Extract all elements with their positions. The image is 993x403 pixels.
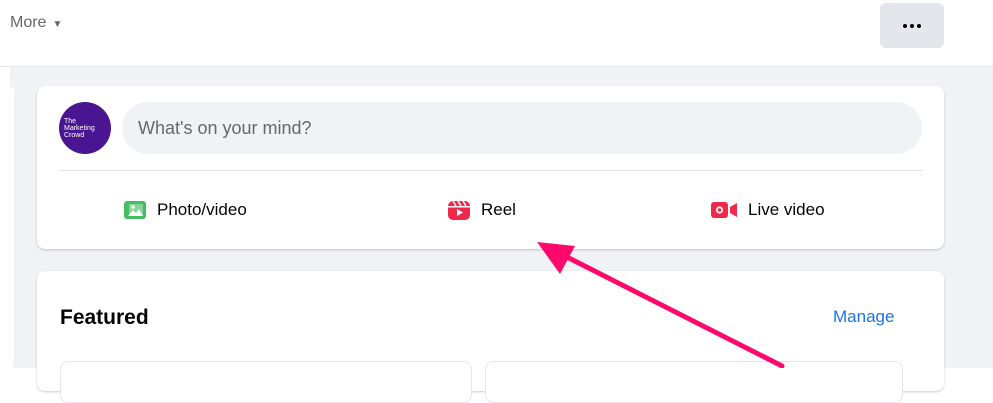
live-video-label: Live video — [748, 200, 825, 219]
reel-icon — [448, 200, 470, 220]
more-horizontal-icon-dot — [910, 23, 914, 28]
more-options-button[interactable] — [880, 3, 944, 48]
photo-video-button[interactable]: Photo/video — [123, 190, 247, 230]
live-video-button[interactable]: Live video — [710, 190, 825, 230]
status-input[interactable]: What's on your mind? — [122, 102, 922, 154]
more-tab-label: More — [10, 14, 47, 31]
more-horizontal-icon — [903, 23, 907, 28]
featured-section: Featured Manage — [37, 271, 944, 403]
photo-video-icon — [124, 201, 146, 219]
manage-link[interactable]: Manage — [833, 307, 894, 327]
featured-card[interactable] — [60, 361, 472, 403]
reel-label: Reel — [481, 200, 516, 219]
reel-button[interactable]: Reel — [447, 190, 516, 230]
more-tab[interactable]: More ▼ — [10, 14, 62, 32]
left-column-edge — [10, 87, 14, 368]
page-header: More ▼ — [0, 0, 993, 67]
live-video-icon — [711, 202, 737, 218]
caret-down-icon: ▼ — [52, 18, 63, 30]
photo-video-label: Photo/video — [157, 200, 247, 219]
featured-title: Featured — [60, 306, 149, 329]
composer-divider — [59, 170, 923, 171]
avatar-logo-text: The Marketing Crowd — [64, 117, 95, 139]
featured-card[interactable] — [485, 361, 903, 403]
post-composer: The Marketing Crowd What's on your mind?… — [37, 86, 944, 249]
more-horizontal-icon-dot — [917, 23, 921, 28]
avatar[interactable]: The Marketing Crowd — [59, 102, 111, 154]
